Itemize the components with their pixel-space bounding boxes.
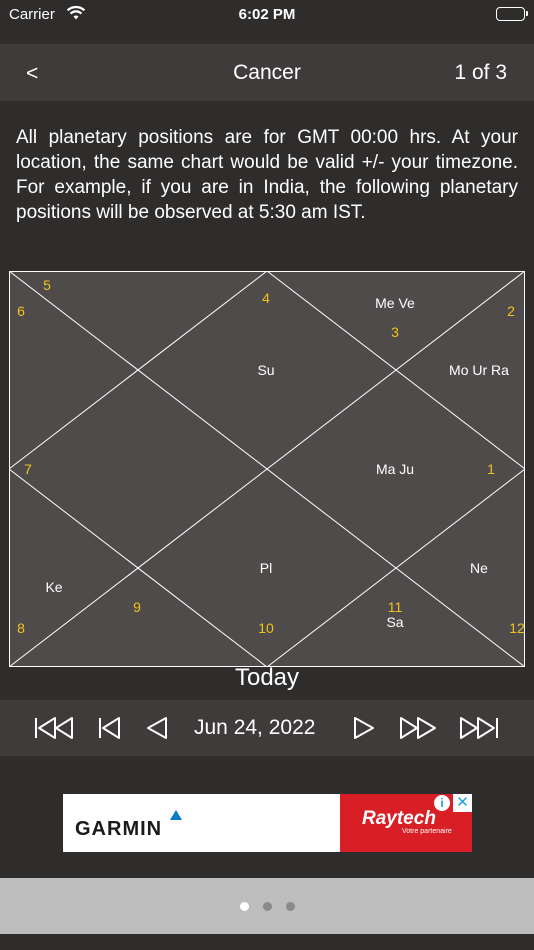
fast-forward-icon[interactable]	[399, 714, 439, 747]
planets-house-2: Mo Ur Ra	[449, 362, 509, 378]
ad-banner[interactable]: GARMIN Raytech Votre partenaire i ✕	[63, 794, 472, 852]
house-number-10: 10	[258, 620, 274, 636]
clock: 6:02 PM	[238, 6, 296, 23]
house-number-12: 12	[509, 620, 525, 636]
current-date[interactable]: Jun 24, 2022	[194, 716, 315, 740]
date-navigation: Jun 24, 2022	[0, 700, 534, 756]
planets-house-4: Su	[257, 362, 275, 378]
bottom-strip	[0, 934, 534, 950]
page-count: 1 of 3	[454, 61, 507, 84]
house-number-5: 5	[43, 277, 51, 293]
battery-icon	[496, 7, 528, 21]
planets-house-11: Sa	[386, 614, 404, 630]
garmin-logo-triangle-icon	[170, 807, 182, 825]
planets-house-10: Pl	[259, 560, 273, 576]
house-number-6: 6	[17, 303, 25, 319]
ad-brand-name: Raytech	[362, 808, 436, 829]
planets-house-1: Ma Ju	[375, 461, 415, 477]
next-icon[interactable]	[352, 714, 376, 747]
info-text: All planetary positions are for GMT 00:0…	[16, 127, 518, 223]
step-back-icon[interactable]	[98, 714, 122, 747]
planets-house-12: Ne	[470, 560, 488, 576]
last-icon[interactable]	[458, 714, 500, 747]
page-dot-active[interactable]	[240, 902, 249, 911]
today-button[interactable]: Today	[0, 664, 534, 692]
house-number-4: 4	[262, 290, 270, 306]
planets-house-3: Me Ve	[375, 295, 415, 311]
first-icon[interactable]	[34, 714, 76, 747]
ad-tagline: Votre partenaire	[402, 828, 452, 835]
house-number-1: 1	[487, 461, 495, 477]
ad-advertiser-logo: GARMIN	[75, 818, 163, 840]
page-dot[interactable]	[263, 902, 272, 911]
house-number-7: 7	[24, 461, 32, 477]
page-dot[interactable]	[286, 902, 295, 911]
house-number-8: 8	[17, 620, 25, 636]
birth-chart: 5 6 4 3 2 7 1 9 11 8 10 12 Me Ve Su Mo U…	[9, 271, 525, 667]
page-indicator	[0, 878, 534, 934]
planets-house-8: Ke	[45, 579, 63, 595]
chart-lines	[9, 271, 525, 667]
prev-icon[interactable]	[145, 714, 169, 747]
house-number-3: 3	[391, 324, 399, 340]
ad-brand-panel: Raytech Votre partenaire i ✕	[340, 794, 472, 852]
nav-bar: < Cancer 1 of 3	[0, 44, 534, 101]
ad-info-icon[interactable]: i	[434, 795, 450, 811]
ad-close-icon[interactable]: ✕	[453, 794, 472, 812]
status-bar: Carrier 6:02 PM	[0, 0, 534, 30]
house-number-2: 2	[507, 303, 515, 319]
house-number-11: 11	[387, 599, 403, 615]
house-number-9: 9	[133, 599, 141, 615]
